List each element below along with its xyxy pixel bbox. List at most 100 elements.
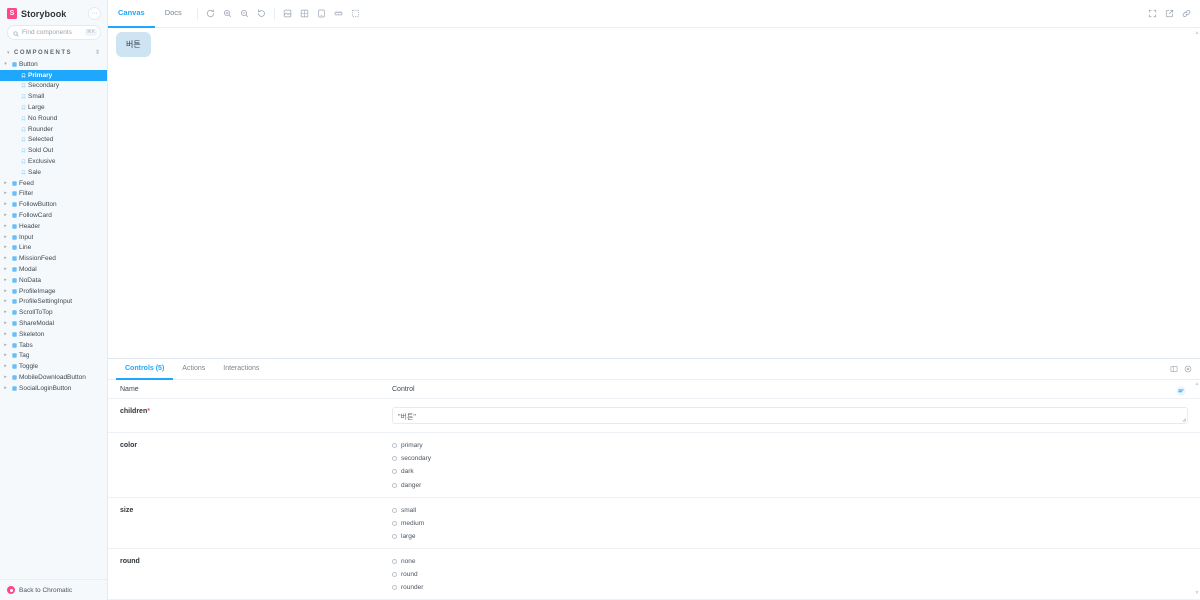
canvas-scrollbar[interactable]: ▲ ▼ (1195, 30, 1200, 358)
sidebar-item-profilesettinginput[interactable]: ▸ ProfileSettingInput (0, 297, 107, 308)
radio-color-secondary[interactable]: secondary (392, 455, 1188, 462)
panel-position-icon[interactable] (1170, 360, 1178, 378)
reset-controls-icon[interactable] (1176, 383, 1186, 401)
tab-interactions[interactable]: Interactions (214, 359, 268, 380)
fullscreen-icon[interactable] (1145, 6, 1160, 21)
sidebar-item-label: Input (19, 233, 34, 241)
radio-size-medium[interactable]: medium (392, 520, 1188, 527)
sort-icon[interactable]: ⇕ (95, 50, 100, 56)
sidebar-item-primary[interactable]: Primary (0, 69, 107, 81)
sidebar-item-skeleton[interactable]: ▸ Skeleton (0, 329, 107, 340)
sidebar-item-sale[interactable]: Sale (0, 167, 107, 178)
chevron-right-icon[interactable]: ▸ (2, 385, 9, 391)
viewport-icon[interactable] (314, 6, 329, 21)
radio-label: small (401, 506, 417, 514)
search-input[interactable] (22, 29, 82, 36)
sidebar-item-sold-out[interactable]: Sold Out (0, 145, 107, 156)
zoom-reset-icon[interactable] (254, 6, 269, 21)
zoom-out-icon[interactable] (237, 6, 252, 21)
chevron-right-icon[interactable]: ▸ (2, 364, 9, 369)
chevron-right-icon[interactable]: ▸ (2, 310, 9, 315)
sidebar-item-modal[interactable]: ▸ Modal (0, 264, 107, 275)
sidebar-item-mobiledownloadbutton[interactable]: ▸ MobileDownloadButton (0, 372, 107, 383)
sidebar-item-missionfeed[interactable]: ▸ MissionFeed (0, 253, 107, 264)
chevron-right-icon[interactable]: ▸ (2, 223, 9, 229)
sidebar-item-filter[interactable]: ▸ Filter (0, 189, 107, 200)
resize-handle-icon[interactable]: ◢ (1182, 418, 1187, 423)
components-section-header[interactable]: ▾ COMPONENTS ⇕ (0, 46, 107, 59)
backgrounds-icon[interactable] (280, 6, 295, 21)
sidebar-item-button[interactable]: ▾ Button (0, 59, 107, 70)
chevron-down-icon[interactable]: ▾ (2, 61, 9, 67)
radio-color-danger[interactable]: danger (392, 482, 1188, 489)
sidebar-item-toggle[interactable]: ▸ Toggle (0, 361, 107, 372)
tab-controls[interactable]: Controls (5) (116, 359, 174, 380)
sidebar-item-line[interactable]: ▸ Line (0, 243, 107, 254)
radio-round-none[interactable]: none (392, 558, 1188, 565)
sidebar-item-rounder[interactable]: Rounder (0, 124, 107, 135)
remount-icon[interactable] (203, 6, 218, 21)
close-panel-icon[interactable] (1184, 360, 1192, 378)
sidebar-item-scrolltotop[interactable]: ▸ ScrollToTop (0, 307, 107, 318)
sidebar-item-tabs[interactable]: ▸ Tabs (0, 340, 107, 351)
zoom-in-icon[interactable] (220, 6, 235, 21)
radio-color-dark[interactable]: dark (392, 468, 1188, 475)
tab-actions[interactable]: Actions (173, 359, 214, 380)
chevron-right-icon[interactable]: ▸ (2, 277, 9, 283)
radio-size-small[interactable]: small (392, 507, 1188, 514)
chevron-right-icon[interactable]: ▸ (2, 267, 9, 272)
sidebar-item-selected[interactable]: Selected (0, 135, 107, 146)
chevron-right-icon[interactable]: ▸ (2, 353, 9, 358)
sidebar-item-large[interactable]: Large (0, 102, 107, 113)
sidebar-item-followcard[interactable]: ▸ FollowCard (0, 210, 107, 221)
chevron-right-icon[interactable]: ▸ (2, 331, 9, 337)
sidebar-item-nodata[interactable]: ▸ NoData (0, 275, 107, 286)
sidebar-item-profileimage[interactable]: ▸ ProfileImage (0, 286, 107, 297)
chevron-right-icon[interactable]: ▸ (2, 375, 9, 380)
sidebar-item-label: Primary (28, 71, 53, 79)
chevron-right-icon[interactable]: ▸ (2, 342, 9, 348)
children-textarea[interactable] (392, 407, 1188, 424)
chevron-right-icon[interactable]: ▸ (2, 245, 9, 250)
search-box[interactable]: ⌘K (7, 25, 101, 40)
brand-logo[interactable]: S Storybook (7, 8, 84, 19)
radio-round-rounder[interactable]: rounder (392, 584, 1188, 591)
sidebar-item-socialloginbutton[interactable]: ▸ SocialLoginButton (0, 383, 107, 394)
tab-docs[interactable]: Docs (155, 0, 192, 28)
back-to-chromatic-button[interactable]: Back to Chromatic (0, 579, 107, 600)
sidebar-item-input[interactable]: ▸ Input (0, 232, 107, 243)
panel-scrollbar[interactable]: ▲ ▼ (1195, 381, 1200, 596)
sidebar-item-header[interactable]: ▸ Header (0, 221, 107, 232)
measure-icon[interactable] (331, 6, 346, 21)
chevron-right-icon[interactable]: ▸ (2, 299, 9, 304)
sidebar-menu-button[interactable]: ··· (88, 7, 101, 20)
chevron-right-icon[interactable]: ▸ (2, 180, 9, 186)
sidebar-item-tag[interactable]: ▸ Tag (0, 351, 107, 362)
sidebar-item-no-round[interactable]: No Round (0, 113, 107, 124)
chevron-right-icon[interactable]: ▸ (2, 202, 9, 207)
radio-round-round[interactable]: round (392, 571, 1188, 578)
sidebar-item-feed[interactable]: ▸ Feed (0, 178, 107, 189)
radio-color-primary[interactable]: primary (392, 442, 1188, 449)
controls-table-header: Name Control (108, 380, 1200, 399)
sidebar-item-exclusive[interactable]: Exclusive (0, 156, 107, 167)
sidebar-item-secondary[interactable]: Secondary (0, 81, 107, 92)
chevron-right-icon[interactable]: ▸ (2, 234, 9, 240)
chevron-right-icon[interactable]: ▸ (2, 213, 9, 218)
sidebar-item-followbutton[interactable]: ▸ FollowButton (0, 199, 107, 210)
chevron-right-icon[interactable]: ▸ (2, 321, 9, 326)
sidebar-item-sharemodal[interactable]: ▸ ShareModal (0, 318, 107, 329)
open-new-tab-icon[interactable] (1162, 6, 1177, 21)
chevron-right-icon[interactable]: ▸ (2, 288, 9, 294)
control-name-color: color (120, 441, 392, 449)
toolbar-right-controls (1145, 6, 1194, 21)
outline-icon[interactable] (348, 6, 363, 21)
chevron-right-icon[interactable]: ▸ (2, 256, 9, 261)
story-preview-button[interactable]: 버튼 (116, 32, 151, 57)
tab-canvas[interactable]: Canvas (108, 0, 155, 28)
radio-size-large[interactable]: large (392, 533, 1188, 540)
grid-icon[interactable] (297, 6, 312, 21)
chevron-right-icon[interactable]: ▸ (2, 191, 9, 196)
copy-link-icon[interactable] (1179, 6, 1194, 21)
sidebar-item-small[interactable]: Small (0, 91, 107, 102)
